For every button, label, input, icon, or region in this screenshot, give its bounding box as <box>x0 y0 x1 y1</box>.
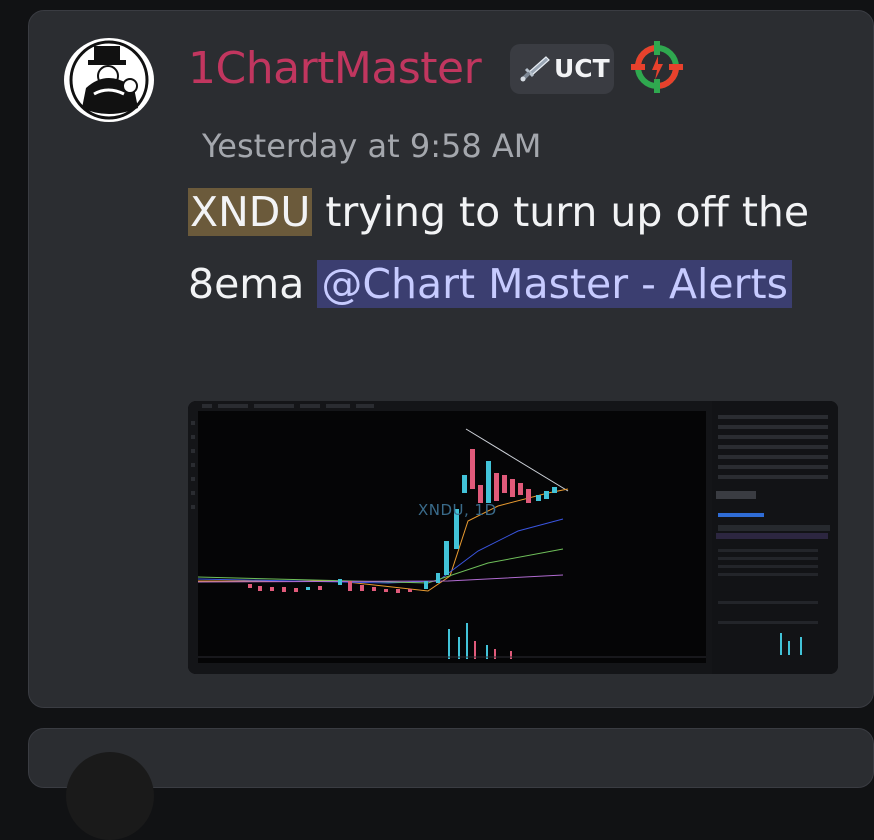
next-avatar[interactable] <box>66 752 154 840</box>
message-timestamp: Yesterday at 9:58 AM <box>202 127 542 165</box>
tag-label: UCT <box>554 54 610 83</box>
next-message-card <box>28 728 874 788</box>
avatar[interactable] <box>64 38 154 122</box>
role-mention[interactable]: @Chart Master - Alerts <box>317 260 792 308</box>
ticker-highlight[interactable]: XNDU <box>188 188 313 236</box>
sword-icon <box>520 56 550 82</box>
target-logo-icon <box>631 41 683 93</box>
chart-symbol-label: XNDU, 1D <box>418 501 497 519</box>
message-content: XNDU trying to turn up off the 8ema @Cha… <box>188 176 828 320</box>
username[interactable]: 1ChartMaster <box>188 38 482 100</box>
user-tag[interactable]: UCT <box>510 44 614 94</box>
chart-attachment-image[interactable]: XNDU, 1D <box>188 401 838 674</box>
